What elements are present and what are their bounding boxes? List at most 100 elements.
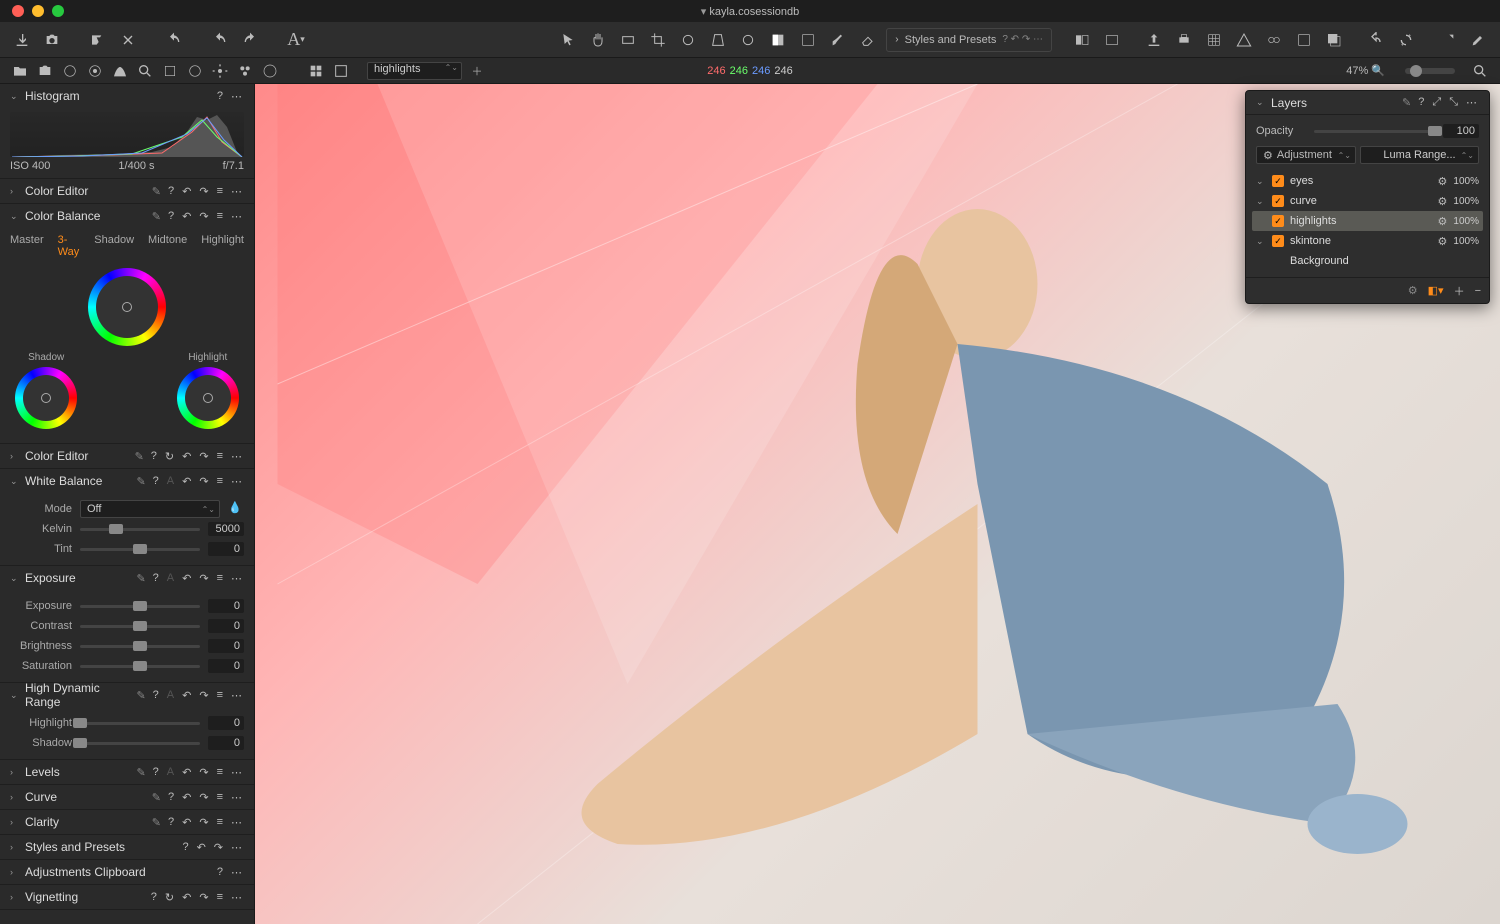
import-button[interactable] bbox=[10, 28, 34, 52]
view-grid-button[interactable] bbox=[306, 61, 326, 81]
hdr-header[interactable]: ⌄ High Dynamic Range ✎ ?A↶↷≡⋯ bbox=[0, 683, 254, 707]
eraser-tool[interactable] bbox=[856, 28, 880, 52]
layers-header[interactable]: ⌄ Layers ✎ ?⤢⤡⋯ bbox=[1246, 91, 1489, 115]
fullscreen-button[interactable] bbox=[1436, 28, 1460, 52]
layer-selector[interactable]: highlights bbox=[367, 62, 462, 80]
color-editor2-header[interactable]: › Color Editor ✎ ?↻↶↷≡⋯ bbox=[0, 444, 254, 468]
before-after-button[interactable] bbox=[1070, 28, 1094, 52]
info-icon[interactable] bbox=[260, 61, 280, 81]
curve-header[interactable]: ›Curve✎?↶↷≡⋯ bbox=[0, 785, 254, 809]
ratio-tool[interactable] bbox=[616, 28, 640, 52]
brightness-slider[interactable] bbox=[80, 645, 200, 648]
gradient-tool[interactable] bbox=[796, 28, 820, 52]
rotate-tool[interactable] bbox=[676, 28, 700, 52]
mask-tool[interactable] bbox=[766, 28, 790, 52]
close-window-button[interactable] bbox=[12, 5, 24, 17]
histogram-graph[interactable] bbox=[10, 112, 244, 157]
exposure-header[interactable]: ⌄ Exposure ✎ ?A↶↷≡⋯ bbox=[0, 566, 254, 590]
add-layer-button[interactable]: ＋ bbox=[467, 61, 487, 81]
menu-icon[interactable]: ⋯ bbox=[229, 90, 244, 103]
new-layer-icon[interactable]: ＋ bbox=[1454, 283, 1465, 299]
kelvin-slider[interactable] bbox=[80, 528, 200, 531]
wb-mode-select[interactable]: Off bbox=[80, 500, 220, 518]
cb-tab-master[interactable]: Master bbox=[10, 234, 44, 258]
cb-tab-3way[interactable]: 3-Way bbox=[58, 234, 81, 258]
contrast-slider[interactable] bbox=[80, 625, 200, 628]
cb-tab-highlight[interactable]: Highlight bbox=[201, 234, 244, 258]
layer-item-background[interactable]: ⌄Background bbox=[1252, 251, 1483, 271]
histogram-header[interactable]: ⌄ Histogram ?⋯ bbox=[0, 84, 254, 108]
hdr-shadow-slider[interactable] bbox=[80, 742, 200, 745]
sliders-icon[interactable]: ⚙ bbox=[1438, 175, 1448, 188]
adjustments-clipboard-header[interactable]: ›Adjustments Clipboard?⋯ bbox=[0, 860, 254, 884]
library-tab[interactable] bbox=[10, 61, 30, 81]
levels-header[interactable]: ›Levels✎?A↶↷≡⋯ bbox=[0, 760, 254, 784]
refresh-button[interactable] bbox=[1394, 28, 1418, 52]
help-icon[interactable]: ? bbox=[215, 90, 225, 103]
saturation-slider[interactable] bbox=[80, 665, 200, 668]
color-tab[interactable] bbox=[85, 61, 105, 81]
kelvin-value[interactable]: 5000 bbox=[208, 522, 244, 536]
zoom-level[interactable]: 47% 🔍 bbox=[1346, 64, 1385, 77]
color-balance-header[interactable]: ⌄ Color Balance ✎ ?↶↷≡⋯ bbox=[0, 204, 254, 228]
layer-item-highlights[interactable]: ⌄✓highlights⚙100% bbox=[1252, 211, 1483, 231]
mask-display-icon[interactable]: ⚙ bbox=[1408, 284, 1418, 297]
highlight-warning-button[interactable] bbox=[1322, 28, 1346, 52]
focus-mask-button[interactable] bbox=[1262, 28, 1286, 52]
delete-layer-icon[interactable]: − bbox=[1475, 285, 1481, 297]
search-icon[interactable] bbox=[1470, 61, 1490, 81]
layer-type-select[interactable]: ⚙Adjustment bbox=[1256, 146, 1356, 164]
cursor-tool[interactable] bbox=[556, 28, 580, 52]
zoom-slider[interactable] bbox=[1405, 68, 1455, 74]
spot-tool[interactable] bbox=[736, 28, 760, 52]
styles-presets-dropdown[interactable]: › Styles and Presets ? ↶ ↷ ⋯ bbox=[886, 28, 1052, 52]
clarity-header[interactable]: ›Clarity✎?↶↷≡⋯ bbox=[0, 810, 254, 834]
redo-step-button[interactable] bbox=[238, 28, 262, 52]
capture-button[interactable] bbox=[40, 28, 64, 52]
layer-item-eyes[interactable]: ⌄✓eyes⚙100% bbox=[1252, 171, 1483, 191]
layer-item-curve[interactable]: ⌄✓curve⚙100% bbox=[1252, 191, 1483, 211]
minimize-window-button[interactable] bbox=[32, 5, 44, 17]
hand-tool[interactable] bbox=[586, 28, 610, 52]
batch-tab[interactable] bbox=[235, 61, 255, 81]
details-tab[interactable] bbox=[135, 61, 155, 81]
layer-opacity-slider[interactable] bbox=[1314, 130, 1435, 133]
settings-tab[interactable] bbox=[210, 61, 230, 81]
undo-step-button[interactable] bbox=[208, 28, 232, 52]
proof-button[interactable] bbox=[1292, 28, 1316, 52]
undo-button[interactable] bbox=[162, 28, 186, 52]
tint-value[interactable]: 0 bbox=[208, 542, 244, 556]
pipette-icon[interactable]: 💧 bbox=[228, 501, 244, 517]
layer-item-skintone[interactable]: ⌄✓skintone⚙100% bbox=[1252, 231, 1483, 251]
compare-button[interactable] bbox=[1100, 28, 1124, 52]
exposure-slider[interactable] bbox=[80, 605, 200, 608]
edit-button[interactable] bbox=[1466, 28, 1490, 52]
keystone-tool[interactable] bbox=[706, 28, 730, 52]
hdr-highlight-slider[interactable] bbox=[80, 722, 200, 725]
tint-slider[interactable] bbox=[80, 548, 200, 551]
crop-tool[interactable] bbox=[646, 28, 670, 52]
reject-button[interactable] bbox=[86, 28, 110, 52]
annotation-button[interactable]: A▾ bbox=[284, 28, 308, 52]
color-editor-header[interactable]: › Color Editor ✎ ?↶↷≡⋯ bbox=[0, 179, 254, 203]
cb-tab-midtone[interactable]: Midtone bbox=[148, 234, 187, 258]
shadow-wheel[interactable] bbox=[15, 367, 77, 429]
export-button[interactable] bbox=[1142, 28, 1166, 52]
exposure-tab[interactable] bbox=[110, 61, 130, 81]
warning-button[interactable] bbox=[1232, 28, 1256, 52]
luma-range-button[interactable]: Luma Range... bbox=[1360, 146, 1479, 164]
capture-tab[interactable] bbox=[35, 61, 55, 81]
midtone-wheel[interactable] bbox=[88, 268, 166, 346]
brush-tool[interactable] bbox=[826, 28, 850, 52]
lens-tab[interactable] bbox=[60, 61, 80, 81]
vignetting-header[interactable]: ›Vignetting?↻↶↷≡⋯ bbox=[0, 885, 254, 909]
cb-tab-shadow[interactable]: Shadow bbox=[94, 234, 134, 258]
metadata-tab[interactable] bbox=[185, 61, 205, 81]
white-balance-header[interactable]: ⌄ White Balance ✎ ?A↶↷≡⋯ bbox=[0, 469, 254, 493]
maximize-window-button[interactable] bbox=[52, 5, 64, 17]
styles-header[interactable]: ›Styles and Presets?↶↷⋯ bbox=[0, 835, 254, 859]
highlight-wheel[interactable] bbox=[177, 367, 239, 429]
view-single-button[interactable] bbox=[331, 61, 351, 81]
mask-overlay-icon[interactable]: ◧▾ bbox=[1428, 284, 1444, 297]
delete-button[interactable] bbox=[116, 28, 140, 52]
